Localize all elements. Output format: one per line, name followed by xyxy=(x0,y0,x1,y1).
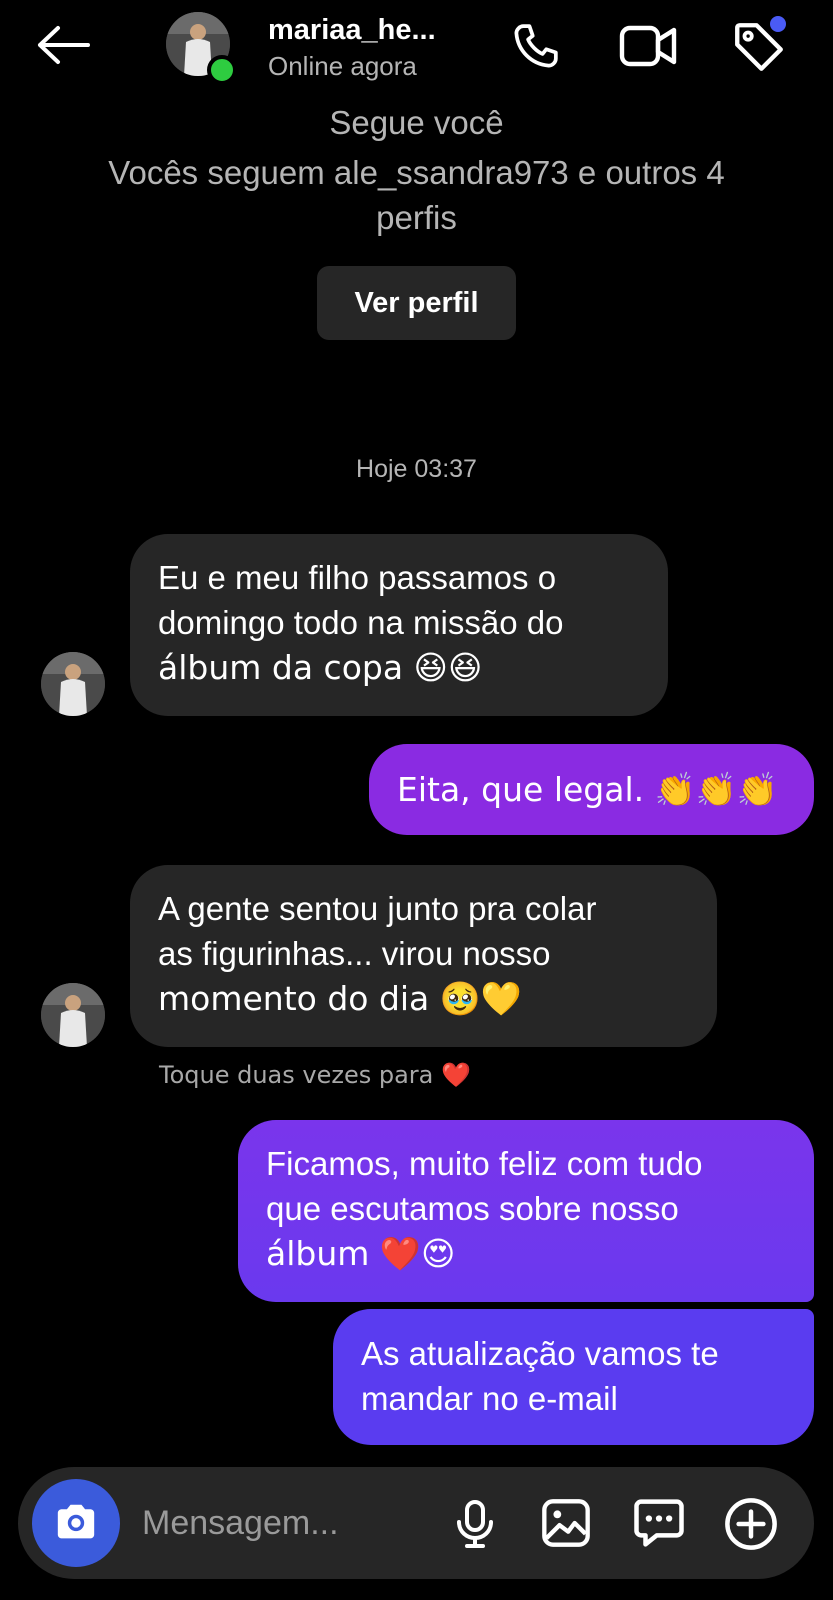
header-username[interactable]: mariaa_he... xyxy=(268,14,436,47)
message-composer: #x{} input[data-name="message-input"]::p… xyxy=(18,1467,814,1579)
header-status: Online agora xyxy=(268,51,417,81)
microphone-icon[interactable] xyxy=(451,1498,499,1550)
message-line: álbum da copa 😆😆 xyxy=(158,648,483,687)
message-bubble-outgoing[interactable]: Ficamos, muito feliz com tudo que escuta… xyxy=(238,1120,814,1302)
video-icon[interactable] xyxy=(618,20,678,72)
notification-dot xyxy=(770,16,786,32)
message-input[interactable] xyxy=(140,1497,424,1549)
camera-icon xyxy=(54,1502,98,1542)
gallery-icon[interactable] xyxy=(540,1497,592,1549)
sender-avatar[interactable] xyxy=(41,983,105,1047)
view-profile-button[interactable]: Ver perfil xyxy=(317,266,516,340)
message-line: As atualização vamos te xyxy=(361,1335,719,1372)
chat-timestamp: Hoje 03:37 xyxy=(356,455,477,483)
message-line: as figurinhas... virou nosso xyxy=(158,935,551,972)
phone-icon[interactable] xyxy=(508,18,564,74)
mutual-followers-text: Vocês seguem ale_ssandra973 e outros 4 p… xyxy=(0,150,833,240)
message-line: domingo todo na missão do xyxy=(158,604,564,641)
message-line: que escutamos sobre nosso xyxy=(266,1190,679,1227)
back-arrow-icon[interactable] xyxy=(36,24,92,66)
message-bubble-incoming[interactable]: A gente sentou junto pra colar as figuri… xyxy=(130,865,717,1047)
message-line: Ficamos, muito feliz com tudo xyxy=(266,1145,703,1182)
message-line: momento do dia 🥹💛 xyxy=(158,979,522,1018)
message-bubble-outgoing[interactable]: As atualização vamos te mandar no e-mail xyxy=(333,1309,814,1445)
mutual-line-1: Vocês seguem ale_ssandra973 e outros 4 xyxy=(108,154,725,191)
camera-button[interactable] xyxy=(32,1479,120,1567)
add-icon[interactable] xyxy=(724,1497,778,1551)
message-line: álbum ❤️😍 xyxy=(266,1234,456,1273)
message-line: Eita, que legal. 👏👏👏 xyxy=(397,770,778,809)
mutual-line-2: perfis xyxy=(376,199,457,236)
follows-you-text: Segue você xyxy=(329,104,504,141)
online-indicator xyxy=(207,55,237,85)
message-line: mandar no e-mail xyxy=(361,1380,618,1417)
message-bubble-outgoing[interactable]: Eita, que legal. 👏👏👏 xyxy=(369,744,814,835)
message-line: Eu e meu filho passamos o xyxy=(158,559,557,596)
sticker-icon[interactable] xyxy=(632,1497,686,1549)
sender-avatar[interactable] xyxy=(41,652,105,716)
message-line: A gente sentou junto pra colar xyxy=(158,890,597,927)
message-bubble-incoming[interactable]: Eu e meu filho passamos o domingo todo n… xyxy=(130,534,668,716)
double-tap-hint: Toque duas vezes para ❤️ xyxy=(159,1061,471,1089)
